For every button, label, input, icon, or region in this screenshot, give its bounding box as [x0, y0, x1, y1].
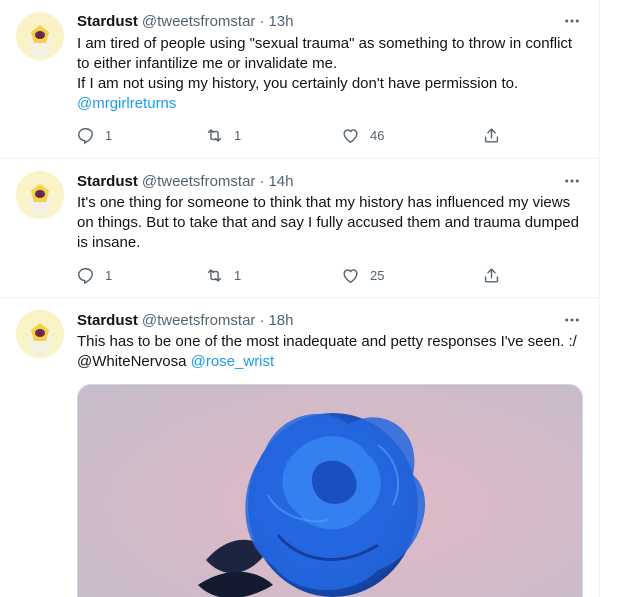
- retweet-count: 1: [234, 267, 242, 283]
- tweet-text-line: If I am not using my history, you certai…: [77, 75, 519, 92]
- tweet-text: It's one thing for someone to think that…: [77, 193, 587, 253]
- share-button[interactable]: [482, 126, 501, 145]
- reply-button[interactable]: 1: [76, 126, 112, 145]
- tweet[interactable]: Stardust @tweetsfromstar · 18h This has …: [0, 298, 599, 597]
- retweet-icon: [207, 128, 222, 142]
- more-icon[interactable]: [562, 171, 582, 191]
- avatar[interactable]: [16, 310, 64, 358]
- tweet-actions: 1 1 46: [68, 125, 508, 145]
- separator-dot: ·: [259, 12, 265, 30]
- tweet-actions: 1 1 25: [68, 265, 508, 285]
- reply-button[interactable]: 1: [76, 266, 112, 285]
- author-name[interactable]: Stardust: [77, 13, 138, 30]
- tweet-text-line: I am tired of people using "sexual traum…: [77, 35, 573, 52]
- tweet-text-line: It's one thing for someone to think that…: [77, 194, 571, 211]
- tweet-text-line: to either infantilize me or invalidate m…: [77, 55, 338, 72]
- avatar[interactable]: [16, 12, 64, 60]
- tweet-text: This has to be one of the most inadequat…: [77, 332, 587, 372]
- share-button[interactable]: [482, 266, 501, 285]
- mention-text: @WhiteNervosa: [77, 353, 187, 370]
- tweet-timestamp[interactable]: 13h: [268, 13, 293, 30]
- retweet-button[interactable]: 1: [205, 266, 241, 285]
- avatar-image: [16, 310, 64, 358]
- mention-link[interactable]: @mrgirlreturns: [77, 94, 587, 114]
- retweet-button[interactable]: 1: [205, 126, 241, 145]
- tweet-timestamp[interactable]: 14h: [268, 173, 293, 190]
- retweet-icon: [207, 268, 222, 282]
- reply-count: 1: [105, 127, 113, 143]
- avatar-image: [16, 12, 64, 60]
- more-icon[interactable]: [562, 310, 582, 330]
- tweet[interactable]: Stardust @tweetsfromstar · 14h It's one …: [0, 159, 599, 298]
- like-button[interactable]: 25: [341, 266, 384, 285]
- tweet-media[interactable]: [77, 384, 583, 597]
- heart-icon: [343, 268, 358, 283]
- share-icon: [484, 127, 499, 143]
- timeline: Stardust @tweetsfromstar · 13h I am tire…: [0, 0, 600, 597]
- author-handle[interactable]: @tweetsfromstar: [142, 173, 256, 190]
- avatar-image: [16, 171, 64, 219]
- author-handle[interactable]: @tweetsfromstar: [142, 312, 256, 329]
- separator-dot: ·: [259, 172, 265, 190]
- retweet-count: 1: [234, 127, 242, 143]
- tweet-header: Stardust @tweetsfromstar · 13h: [77, 11, 293, 31]
- tweet-text-line: on things. But to take that and say I fu…: [77, 214, 579, 231]
- tweet-text-line: is insane.: [77, 234, 141, 251]
- tweet-header: Stardust @tweetsfromstar · 18h: [77, 310, 293, 330]
- tweet-timestamp[interactable]: 18h: [268, 312, 293, 329]
- mention-link[interactable]: @rose_wrist: [191, 353, 275, 370]
- author-name[interactable]: Stardust: [77, 312, 138, 329]
- reply-icon: [78, 267, 93, 284]
- tweet[interactable]: Stardust @tweetsfromstar · 13h I am tire…: [0, 0, 599, 159]
- tweet-text-line: @WhiteNervosa @rose_wrist: [77, 352, 587, 372]
- more-icon[interactable]: [562, 11, 582, 31]
- tweet-text: I am tired of people using "sexual traum…: [77, 34, 587, 114]
- reply-count: 1: [105, 267, 113, 283]
- like-count: 46: [370, 127, 385, 143]
- like-count: 25: [370, 267, 385, 283]
- tweet-header: Stardust @tweetsfromstar · 14h: [77, 171, 293, 191]
- blue-rose-image: [78, 385, 582, 597]
- like-button[interactable]: 46: [341, 126, 384, 145]
- heart-icon: [343, 128, 358, 143]
- tweet-text-line: This has to be one of the most inadequat…: [77, 333, 577, 350]
- reply-icon: [78, 127, 93, 144]
- share-icon: [484, 267, 499, 283]
- separator-dot: ·: [259, 311, 265, 329]
- author-handle[interactable]: @tweetsfromstar: [142, 13, 256, 30]
- avatar[interactable]: [16, 171, 64, 219]
- author-name[interactable]: Stardust: [77, 173, 138, 190]
